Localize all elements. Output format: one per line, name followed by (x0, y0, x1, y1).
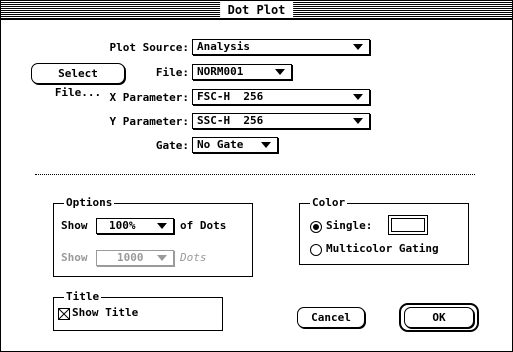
show-count-value: 1000 (117, 251, 144, 264)
chevron-down-icon (157, 223, 167, 229)
chevron-down-icon (353, 44, 363, 50)
title-group-title: Title (64, 290, 102, 304)
show-percent-popup[interactable]: 100% (96, 218, 174, 234)
color-swatch-inner (391, 218, 425, 232)
show-percent-suffix: of Dots (180, 219, 227, 232)
x-parameter-value: FSC-H 256 (197, 90, 264, 103)
gate-value: No Gate (197, 138, 244, 151)
chevron-down-icon (157, 255, 167, 261)
ok-button[interactable]: OK (404, 307, 474, 328)
title-bar[interactable]: Dot Plot (1, 1, 512, 20)
chevron-down-icon (261, 142, 271, 148)
select-file-button[interactable]: Select File... (31, 63, 125, 99)
title-group: Title Show Title (53, 290, 223, 331)
y-parameter-label: Y Parameter: (109, 115, 189, 128)
multicolor-gating-radio[interactable] (310, 244, 322, 256)
window-title: Dot Plot (219, 2, 294, 18)
color-group: Color Single: Multicolor Gating (299, 196, 469, 265)
chevron-down-icon (353, 118, 363, 124)
show-title-checkbox[interactable] (58, 308, 70, 320)
color-group-title: Color (310, 196, 348, 210)
gate-label: Gate: (155, 139, 189, 152)
y-parameter-value: SSC-H 256 (197, 114, 264, 127)
file-value: NORM001 (197, 65, 244, 78)
color-swatch[interactable] (388, 215, 428, 235)
chevron-down-icon (275, 69, 285, 75)
dot-plot-dialog: Dot Plot Plot Source: Analysis Select Fi… (0, 0, 513, 352)
show-count-suffix: Dots (180, 251, 207, 264)
single-color-radio[interactable] (310, 221, 322, 233)
options-group: Options Show 100% of Dots Show 1000 Dots (53, 196, 253, 277)
chevron-down-icon (353, 94, 363, 100)
y-parameter-popup[interactable]: SSC-H 256 (192, 113, 370, 129)
show-count-popup: 1000 (96, 250, 174, 266)
plot-source-value: Analysis (197, 40, 250, 53)
plot-source-label: Plot Source: (109, 41, 189, 54)
single-color-label: Single: (326, 219, 373, 232)
checkmark-x-icon (59, 309, 69, 319)
show-count-prefix: Show (61, 251, 88, 264)
show-percent-prefix: Show (61, 219, 88, 232)
separator (35, 174, 475, 175)
gate-popup[interactable]: No Gate (192, 137, 278, 153)
multicolor-gating-label: Multicolor Gating (326, 242, 439, 255)
file-popup[interactable]: NORM001 (192, 64, 292, 80)
show-percent-value: 100% (109, 219, 136, 232)
file-label: File: (155, 66, 189, 79)
show-title-label: Show Title (72, 306, 139, 319)
plot-source-popup[interactable]: Analysis (192, 39, 370, 55)
x-parameter-label: X Parameter: (109, 91, 189, 104)
options-group-title: Options (64, 196, 115, 210)
x-parameter-popup[interactable]: FSC-H 256 (192, 89, 370, 105)
cancel-button[interactable]: Cancel (297, 307, 365, 328)
